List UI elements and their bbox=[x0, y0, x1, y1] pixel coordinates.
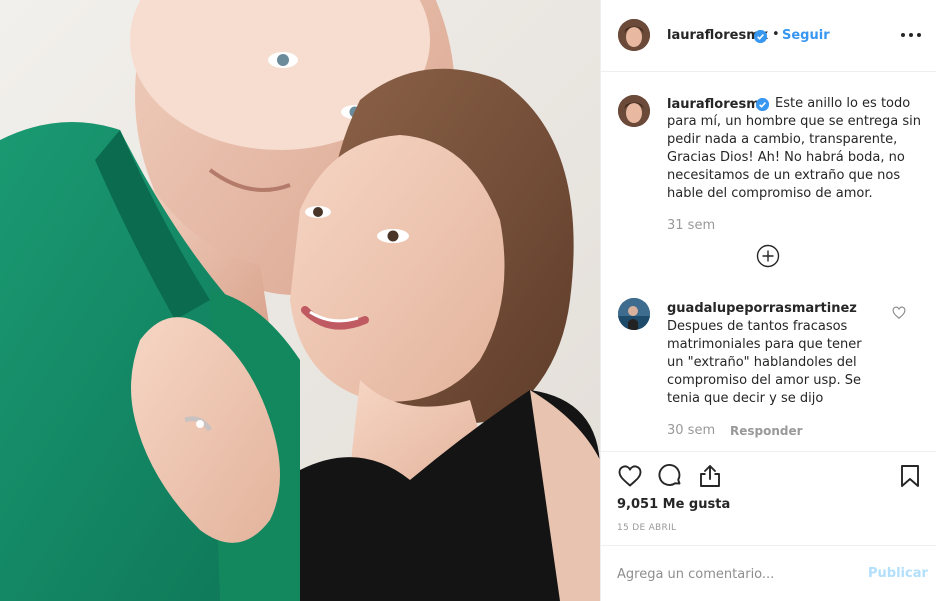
commenter-avatar[interactable] bbox=[618, 298, 650, 330]
caption-author-avatar[interactable] bbox=[618, 95, 650, 127]
like-count[interactable]: 9,051 Me gusta bbox=[617, 497, 730, 512]
comment-timestamp[interactable]: 30 sem bbox=[667, 423, 715, 438]
caption-text: Este anillo lo es todo para mí, un hombr… bbox=[667, 96, 922, 201]
comments-list[interactable]: laurafloresmx Este anillo lo es todo par… bbox=[601, 73, 936, 451]
heart-icon[interactable] bbox=[617, 463, 643, 489]
comment-input[interactable] bbox=[617, 564, 857, 584]
author-username[interactable]: laurafloresmx bbox=[667, 28, 768, 43]
heart-outline-icon[interactable] bbox=[892, 306, 906, 320]
comment-text: Despues de tantos fracasos matrimoniales… bbox=[667, 319, 862, 406]
add-comment-bar: Publicar bbox=[601, 545, 936, 601]
follow-button[interactable]: Seguir bbox=[782, 28, 830, 43]
post-header: laurafloresmx • Seguir bbox=[601, 0, 936, 72]
verified-badge-icon bbox=[754, 30, 767, 43]
bookmark-icon[interactable] bbox=[897, 463, 923, 489]
reply-button[interactable]: Responder bbox=[730, 424, 803, 438]
caption-timestamp[interactable]: 31 sem bbox=[667, 218, 715, 233]
post-date[interactable]: 15 DE ABRIL bbox=[617, 523, 676, 533]
post-actions: 9,051 Me gusta 15 DE ABRIL bbox=[601, 451, 936, 547]
publish-button[interactable]: Publicar bbox=[868, 566, 928, 581]
author-avatar[interactable] bbox=[618, 19, 650, 51]
instagram-post-view: laurafloresmx • Seguir laurafloresmx Est… bbox=[0, 0, 936, 601]
share-icon[interactable] bbox=[697, 463, 723, 489]
post-side-panel: laurafloresmx • Seguir laurafloresmx Est… bbox=[600, 0, 936, 601]
post-photo[interactable] bbox=[0, 0, 600, 601]
comment-icon[interactable] bbox=[657, 463, 683, 489]
more-options-icon[interactable] bbox=[901, 24, 921, 44]
commenter-username[interactable]: guadalupeporrasmartinez bbox=[667, 301, 857, 316]
separator-dot: • bbox=[772, 27, 780, 42]
plus-circle-icon[interactable] bbox=[756, 244, 780, 268]
